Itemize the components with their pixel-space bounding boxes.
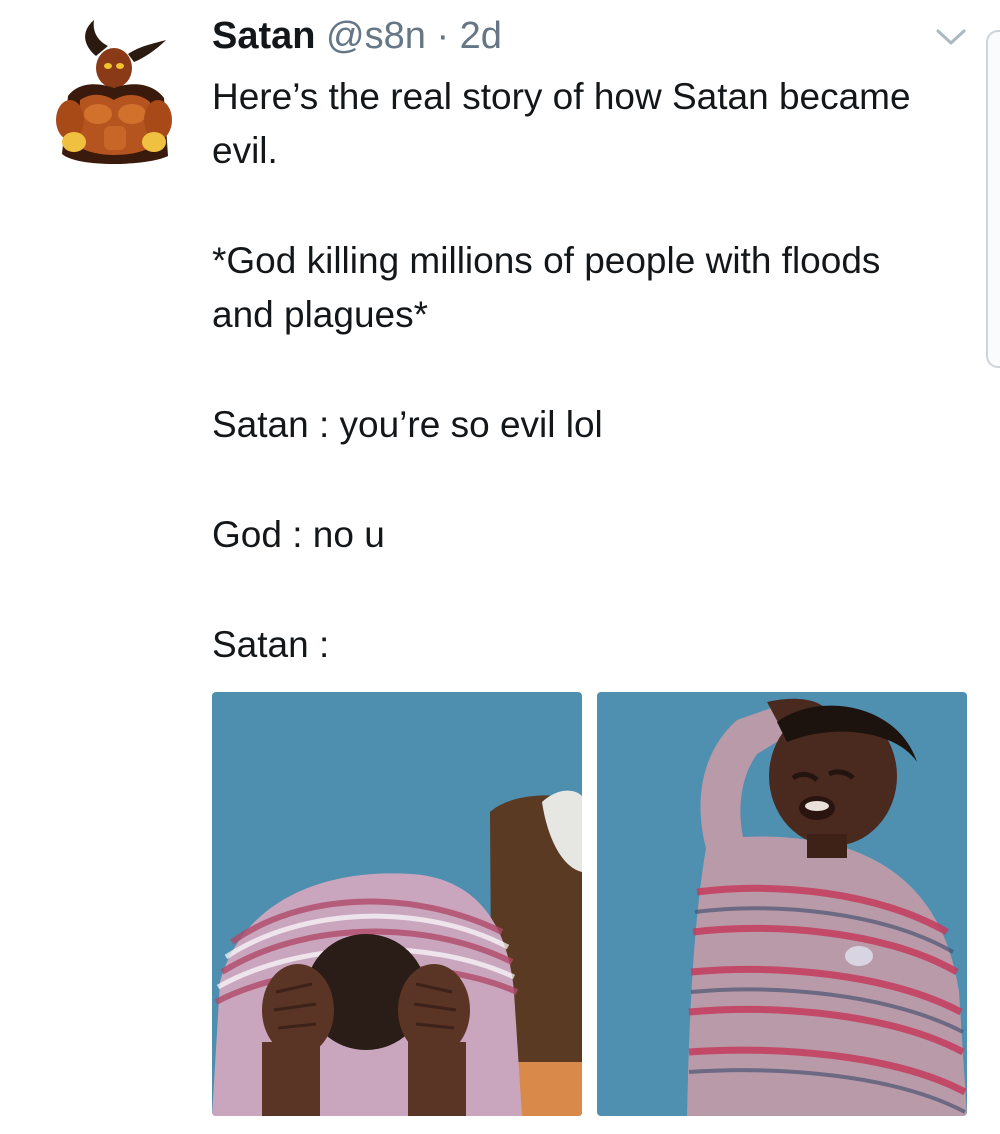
tweet-media-photo-2[interactable] <box>597 692 967 1116</box>
crying-child-hand-on-head-photo-icon <box>597 692 967 1116</box>
scrollbar[interactable] <box>986 30 1000 368</box>
crying-child-head-in-hands-photo-icon <box>212 692 582 1116</box>
horned-demon-avatar-icon <box>56 20 172 164</box>
tweet-menu-button[interactable] <box>934 26 968 48</box>
tweet-paragraph: Satan : you’re so evil lol <box>212 404 603 445</box>
author-handle[interactable]: @s8n <box>326 15 426 57</box>
tweet-paragraph: Satan : <box>212 624 330 665</box>
tweet-timestamp[interactable]: 2d <box>460 15 502 57</box>
tweet-paragraph: Here’s the real story of how Satan becam… <box>212 76 911 171</box>
author-display-name[interactable]: Satan <box>212 15 315 57</box>
avatar[interactable] <box>48 16 172 172</box>
chevron-down-icon <box>936 29 966 45</box>
tweet-media-photo-1[interactable] <box>212 692 582 1116</box>
tweet-header: Satan @s8n · 2d <box>212 14 502 58</box>
tweet-paragraph: God : no u <box>212 514 385 555</box>
tweet-paragraph: *God killing millions of people with flo… <box>212 240 881 335</box>
separator-dot: · <box>436 15 450 57</box>
tweet-text: Here’s the real story of how Satan becam… <box>212 70 932 728</box>
